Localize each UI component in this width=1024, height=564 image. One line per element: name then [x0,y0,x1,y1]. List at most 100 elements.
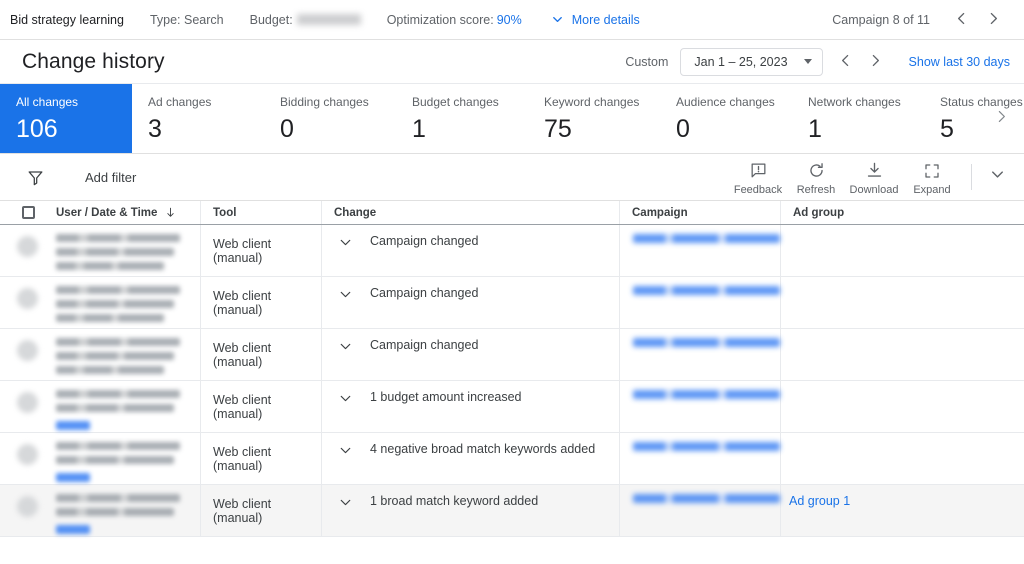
tool-cell: Web client (manual) [200,485,321,536]
table-row[interactable]: Web client (manual) Campaign changed [0,277,1024,329]
adgroup-cell: Ad group 1 [780,485,1024,536]
adgroup-link[interactable]: Ad group 1 [789,494,850,508]
campaign-name-redacted [633,234,780,243]
redacted-line [56,314,164,322]
select-all-checkbox[interactable] [21,206,35,219]
adgroup-cell [780,329,1024,380]
metric-label: All changes [16,95,79,109]
column-header-adgroup-label: Ad group [793,206,845,219]
campaign-next-button[interactable] [978,5,1008,35]
expand-change-chevron-down-icon[interactable] [334,389,356,407]
table-body: Web client (manual) Campaign changed Web c… [0,225,1024,537]
column-header-tool[interactable]: Tool [200,201,321,224]
redacted-link[interactable] [56,473,90,482]
toolbar-collapse-button[interactable] [980,160,1014,194]
column-header-change[interactable]: Change [321,201,619,224]
more-details-label: More details [571,12,640,27]
select-all-header [0,201,44,224]
campaign-cell[interactable] [619,433,780,484]
optimization-score-value: 90% [496,12,522,27]
column-header-campaign[interactable]: Campaign [619,201,780,224]
expand-change-chevron-down-icon[interactable] [334,285,356,303]
campaign-cell[interactable] [619,381,780,432]
metric-value: 1 [808,115,822,143]
feedback-button[interactable]: Feedback [729,159,787,196]
metric-value: 0 [676,115,690,143]
redacted-line [56,366,164,374]
date-range-controls: Custom Jan 1 – 25, 2023 Show last 30 day… [625,47,1010,77]
metric-value: 106 [16,115,58,143]
table-row[interactable]: Web client (manual) 1 budget amount incre… [0,381,1024,433]
redacted-line [56,286,180,294]
download-button[interactable]: Download [845,159,903,196]
campaign-top-bar: Bid strategy learning Type: Search Budge… [0,0,1024,40]
row-select-cell [0,277,44,328]
change-history-table: User / Date & Time Tool Change Campaign … [0,201,1024,537]
metric-tab-network-changes[interactable]: Network changes 1 [792,84,924,153]
chevron-right-icon [985,10,1002,30]
row-select-cell [0,329,44,380]
table-row[interactable]: Web client (manual) Campaign changed [0,329,1024,381]
metric-tab-bidding-changes[interactable]: Bidding changes 0 [264,84,396,153]
redacted-link[interactable] [56,525,90,534]
column-header-user[interactable]: User / Date & Time [44,201,200,224]
user-avatar-redacted [17,392,38,413]
column-header-adgroup[interactable]: Ad group [780,201,1024,224]
campaign-prev-button[interactable] [946,5,976,35]
tool-label: Refresh [796,183,836,196]
campaign-name-redacted [633,494,780,503]
expand-icon [923,161,941,181]
adgroup-cell [780,433,1024,484]
change-cell: Campaign changed [321,225,619,276]
redacted-line [56,300,174,308]
redacted-line [56,234,180,242]
more-details-button[interactable]: More details [550,12,640,27]
change-description: 1 broad match keyword added [370,494,539,508]
table-row[interactable]: Web client (manual) 1 broad match keyword… [0,485,1024,537]
user-date-time-cell [44,225,200,276]
redacted-link[interactable] [56,421,90,430]
sort-descending-arrow-icon [164,206,177,219]
campaign-name-redacted [633,286,780,295]
expand-change-chevron-down-icon[interactable] [334,441,356,459]
date-next-button[interactable] [861,47,891,77]
tool-cell: Web client (manual) [200,381,321,432]
metric-tabs-next-button[interactable] [984,102,1018,136]
metric-label: Bidding changes [280,95,369,109]
add-filter-button[interactable]: Add filter [85,170,136,185]
refresh-icon [807,161,826,181]
filter-funnel-icon[interactable] [26,168,45,187]
campaign-cell[interactable] [619,485,780,536]
table-row[interactable]: Web client (manual) Campaign changed [0,225,1024,277]
change-row: 4 negative broad match keywords added [334,441,595,459]
campaign-cell[interactable] [619,225,780,276]
metric-tab-audience-changes[interactable]: Audience changes 0 [660,84,792,153]
table-row[interactable]: Web client (manual) 4 negative broad matc… [0,433,1024,485]
metric-label: Budget changes [412,95,499,109]
adgroup-cell [780,277,1024,328]
user-avatar-redacted [17,496,38,517]
campaign-cell[interactable] [619,329,780,380]
chevron-left-icon [953,10,970,30]
redacted-line [56,494,180,502]
metric-tab-ad-changes[interactable]: Ad changes 3 [132,84,264,153]
expand-button[interactable]: Expand [903,159,961,196]
campaign-cell[interactable] [619,277,780,328]
change-history-page: Bid strategy learning Type: Search Budge… [0,0,1024,564]
expand-change-chevron-down-icon[interactable] [334,233,356,251]
date-range-select[interactable]: Jan 1 – 25, 2023 [680,47,823,76]
column-header-change-label: Change [334,206,377,219]
show-last-30-days-link[interactable]: Show last 30 days [909,55,1010,69]
campaign-summary: Bid strategy learning Type: Search Budge… [10,12,832,27]
tool-cell: Web client (manual) [200,329,321,380]
user-date-time-cell [44,381,200,432]
metric-tab-keyword-changes[interactable]: Keyword changes 75 [528,84,660,153]
date-prev-button[interactable] [831,47,861,77]
expand-change-chevron-down-icon[interactable] [334,337,356,355]
refresh-button[interactable]: Refresh [787,159,845,196]
user-avatar-redacted [17,340,38,361]
chevron-down-icon [803,59,812,64]
metric-tab-all-changes[interactable]: All changes 106 [0,84,132,153]
metric-tab-budget-changes[interactable]: Budget changes 1 [396,84,528,153]
expand-change-chevron-down-icon[interactable] [334,493,356,511]
